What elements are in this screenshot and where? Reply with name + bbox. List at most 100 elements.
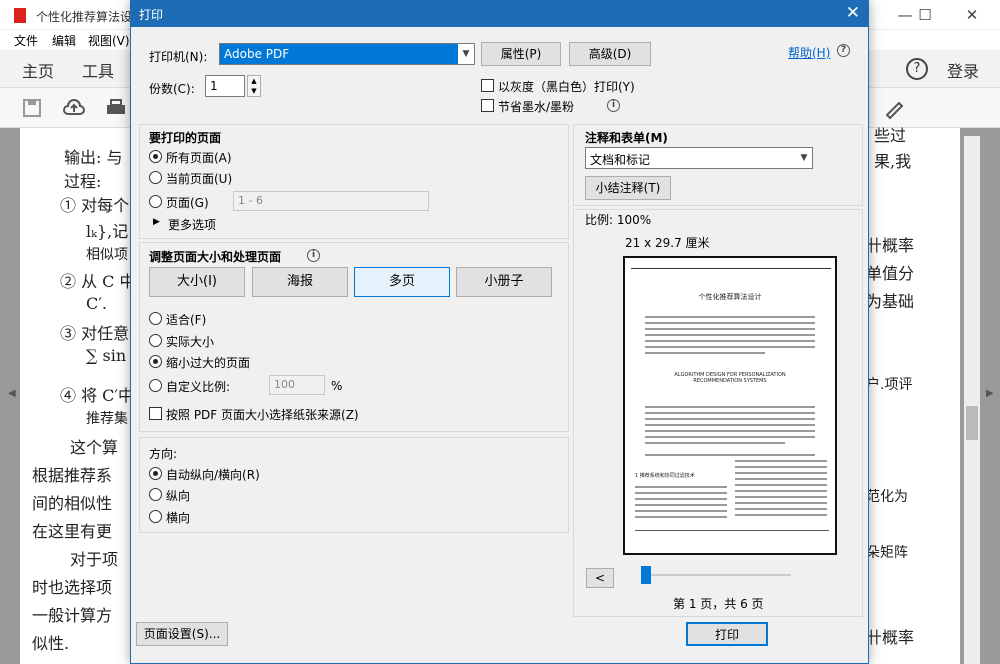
- page-setup-button[interactable]: 页面设置(S)...: [136, 622, 228, 646]
- doc-line: 根据推荐系: [32, 466, 113, 485]
- grayscale-label: 以灰度（黑白色）打印(Y): [498, 80, 635, 94]
- preview-text-line: [735, 484, 827, 486]
- shrink-label: 缩小过大的页面: [166, 356, 251, 370]
- shrink-radio[interactable]: [149, 355, 162, 368]
- grayscale-checkbox[interactable]: [481, 79, 494, 92]
- window-close-button[interactable]: ✕: [952, 4, 992, 26]
- advanced-button[interactable]: 高级(D): [569, 42, 651, 66]
- preview-text-line: [635, 504, 727, 506]
- preview-text-line: [645, 418, 815, 420]
- size-info-icon[interactable]: i: [307, 249, 320, 262]
- tab-multiple[interactable]: 多页: [354, 267, 450, 297]
- dialog-close-button[interactable]: ✕: [846, 3, 860, 23]
- comments-section-title: 注释和表单(M): [585, 131, 668, 145]
- doc-line: 推荐集: [86, 411, 128, 427]
- save-icon[interactable]: [20, 96, 44, 120]
- preview-slider-thumb[interactable]: [641, 566, 651, 584]
- copies-input[interactable]: 1: [205, 75, 245, 97]
- help-info-icon[interactable]: ?: [837, 44, 850, 57]
- page-range-radio[interactable]: [149, 195, 162, 208]
- landscape-radio[interactable]: [149, 510, 162, 523]
- pages-section-title: 要打印的页面: [149, 131, 222, 145]
- preview-text-line: [645, 322, 815, 324]
- chevron-down-icon: ▼: [458, 44, 474, 64]
- preview-prev-button[interactable]: <: [586, 568, 614, 588]
- menu-view[interactable]: 视图(V): [88, 32, 130, 49]
- app-title: 个性化推荐算法设: [36, 10, 133, 24]
- preview-text-line: [645, 412, 815, 414]
- preview-paper-title: 个性化推荐算法设计: [698, 293, 762, 301]
- tab-tools[interactable]: 工具: [82, 58, 114, 82]
- copies-stepper[interactable]: ▲ ▼: [247, 75, 261, 97]
- page-range-input[interactable]: 1 - 6: [233, 191, 429, 211]
- portrait-radio[interactable]: [149, 488, 162, 501]
- scrollbar-thumb[interactable]: [966, 406, 978, 440]
- paper-source-label: 按照 PDF 页面大小选择纸张来源(Z): [166, 408, 359, 422]
- actual-size-radio[interactable]: [149, 334, 162, 347]
- doc-line: 户.项评: [866, 377, 913, 393]
- preview-footer-rule: [635, 530, 829, 531]
- doc-line: 卄概率: [866, 236, 915, 255]
- auto-orientation-radio[interactable]: [149, 467, 162, 480]
- preview-text-line: [635, 498, 727, 500]
- preview-text-line: [645, 436, 815, 438]
- current-page-radio[interactable]: [149, 171, 162, 184]
- doc-line: 为基础: [866, 292, 915, 311]
- document-scrollbar[interactable]: [964, 136, 980, 664]
- doc-line: 这个算: [70, 438, 119, 457]
- preview-text-line: [645, 454, 815, 456]
- tab-poster[interactable]: 海报: [252, 267, 348, 297]
- preview-text-line: [645, 424, 815, 426]
- doc-line: ④ 将 C′中: [60, 386, 135, 405]
- tab-booklet[interactable]: 小册子: [456, 267, 552, 297]
- doc-line: 朵矩阵: [866, 545, 908, 561]
- doc-line: 果,我: [874, 152, 912, 171]
- properties-button[interactable]: 属性(P): [481, 42, 561, 66]
- preview-slider-track[interactable]: [641, 574, 791, 576]
- doc-line: 一般计算方: [32, 606, 113, 625]
- pdf-app-icon: [14, 8, 26, 23]
- right-pane-toggle-icon[interactable]: ▶: [986, 388, 994, 399]
- paper-source-checkbox[interactable]: [149, 407, 162, 420]
- doc-line: 相似项: [86, 247, 128, 263]
- custom-scale-radio[interactable]: [149, 379, 162, 392]
- more-options-link[interactable]: 更多选项: [168, 216, 216, 233]
- print-button[interactable]: 打印: [686, 622, 768, 646]
- help-link[interactable]: 帮助(H): [788, 44, 830, 61]
- save-ink-info-icon[interactable]: i: [607, 99, 620, 112]
- tab-home[interactable]: 主页: [22, 58, 54, 82]
- preview-scale: 比例: 100%: [585, 213, 652, 227]
- custom-scale-input[interactable]: 100: [269, 375, 325, 395]
- fit-radio[interactable]: [149, 312, 162, 325]
- preview-text-line: [645, 334, 815, 336]
- preview-page: 个性化推荐算法设计 ALGORITHM DESIGN FOR PERSONALI…: [623, 256, 837, 555]
- preview-text-line: [645, 406, 815, 408]
- upload-cloud-icon[interactable]: [62, 96, 86, 120]
- all-pages-radio[interactable]: [149, 150, 162, 163]
- summarize-comments-button[interactable]: 小结注释(T): [585, 176, 671, 200]
- print-icon[interactable]: [104, 96, 128, 120]
- menu-edit[interactable]: 编辑: [52, 32, 76, 49]
- printer-select[interactable]: Adobe PDF ▼: [219, 43, 475, 65]
- expand-arrow-icon[interactable]: ▶: [153, 217, 160, 227]
- menu-file[interactable]: 文件: [14, 32, 38, 49]
- save-ink-checkbox[interactable]: [481, 99, 494, 112]
- preview-text-line: [645, 316, 815, 318]
- maximize-button[interactable]: ☐: [905, 4, 945, 26]
- help-icon[interactable]: ?: [906, 58, 928, 80]
- auto-orientation-label: 自动纵向/横向(R): [166, 468, 260, 482]
- doc-line: ① 对每个: [60, 196, 130, 215]
- login-link[interactable]: 登录: [947, 58, 979, 82]
- doc-line: 时也选择项: [32, 578, 113, 597]
- doc-line: lₖ},记: [86, 222, 129, 241]
- left-pane-toggle-icon[interactable]: ◀: [8, 388, 16, 399]
- preview-text-line: [735, 472, 827, 474]
- tab-size[interactable]: 大小(I): [149, 267, 245, 297]
- chevron-down-icon: ▼: [800, 153, 808, 163]
- sign-pen-icon[interactable]: [882, 96, 906, 120]
- preview-text-line: [645, 430, 815, 432]
- comments-select[interactable]: 文档和标记 ▼: [585, 147, 813, 169]
- preview-text-line: [645, 340, 815, 342]
- comments-value: 文档和标记: [590, 153, 651, 167]
- orientation-title: 方向:: [149, 447, 178, 461]
